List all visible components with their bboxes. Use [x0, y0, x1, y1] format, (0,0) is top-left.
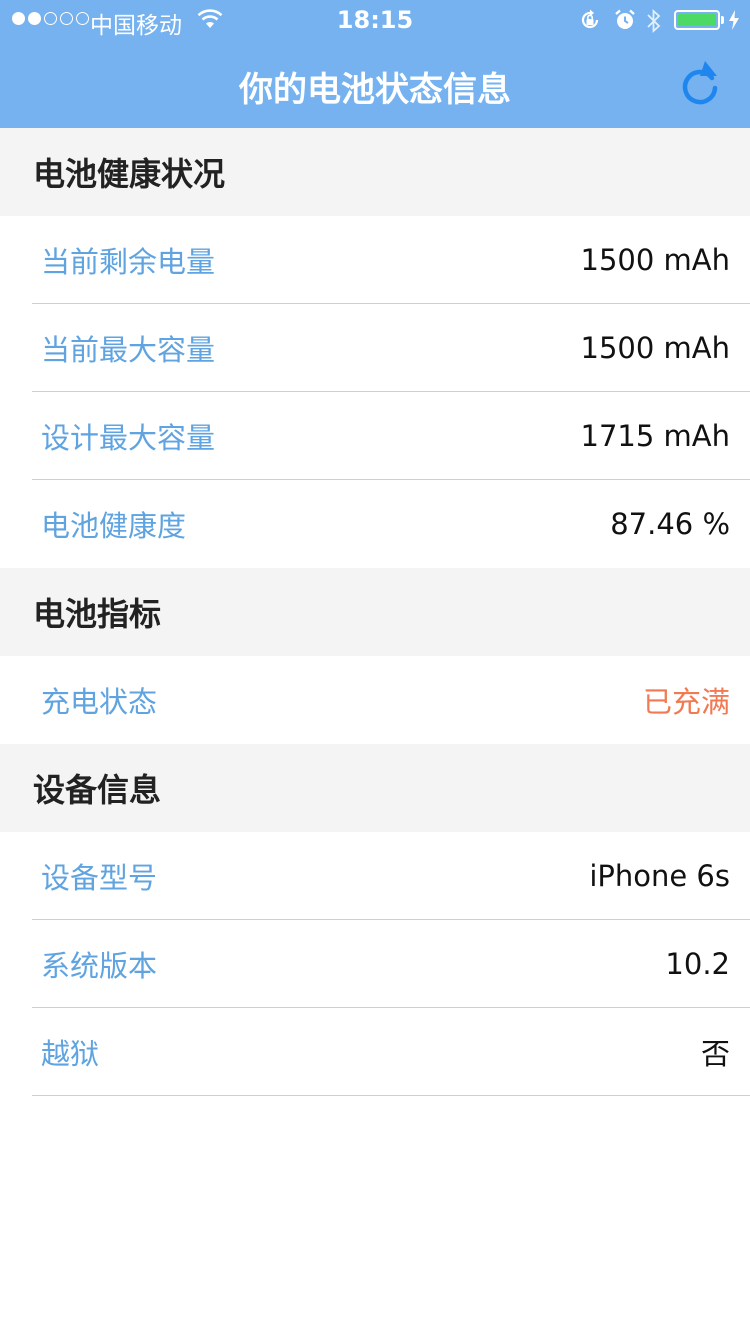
- charging-bolt-icon: [729, 10, 739, 30]
- row-label: 越狱: [41, 1037, 100, 1071]
- charging-status-value: 已充满: [642, 685, 730, 719]
- navigation-header: 中国移动 18:15 你的电池状态信息: [0, 0, 750, 128]
- row-device-model: 设备型号 iPhone 6s: [0, 832, 750, 920]
- refresh-button[interactable]: [676, 58, 724, 110]
- row-label: 设备型号: [41, 861, 158, 895]
- row-label: 当前剩余电量: [41, 245, 216, 279]
- row-label: 电池健康度: [41, 509, 187, 543]
- row-current-max-capacity: 当前最大容量 1500 mAh: [0, 304, 750, 392]
- row-charging-status: 充电状态 已充满: [0, 656, 750, 744]
- row-value: 1715 mAh: [580, 419, 731, 453]
- bluetooth-icon: [647, 8, 661, 34]
- row-current-remaining-capacity: 当前剩余电量 1500 mAh: [0, 216, 750, 304]
- battery-info-list: 电池健康状况 当前剩余电量 1500 mAh 当前最大容量 1500 mAh 设…: [0, 128, 750, 1096]
- row-jailbreak: 越狱 否: [0, 1008, 750, 1096]
- row-design-max-capacity: 设计最大容量 1715 mAh: [0, 392, 750, 480]
- row-value: 否: [700, 1037, 730, 1071]
- status-time: 18:15: [336, 6, 414, 34]
- section-header-battery-metrics: 电池指标: [0, 568, 750, 656]
- row-system-version: 系统版本 10.2: [0, 920, 750, 1008]
- status-bar: 中国移动 18:15: [0, 0, 750, 40]
- battery-icon: [674, 10, 720, 30]
- row-value: 1500 mAh: [580, 243, 731, 277]
- row-value: 1500 mAh: [580, 331, 731, 365]
- section-header-battery-health: 电池健康状况: [0, 128, 750, 216]
- alarm-icon: [615, 9, 635, 29]
- row-label: 当前最大容量: [41, 333, 216, 367]
- row-label: 系统版本: [41, 949, 158, 983]
- section-header-device-info: 设备信息: [0, 744, 750, 832]
- page-title: 你的电池状态信息: [239, 70, 511, 110]
- orientation-lock-icon: [581, 9, 599, 29]
- row-value: 10.2: [665, 947, 730, 981]
- row-value: iPhone 6s: [589, 859, 730, 893]
- row-label: 充电状态: [41, 685, 158, 719]
- row-label: 设计最大容量: [41, 421, 216, 455]
- row-battery-health: 电池健康度 87.46 %: [0, 480, 750, 568]
- row-value: 87.46 %: [610, 507, 730, 541]
